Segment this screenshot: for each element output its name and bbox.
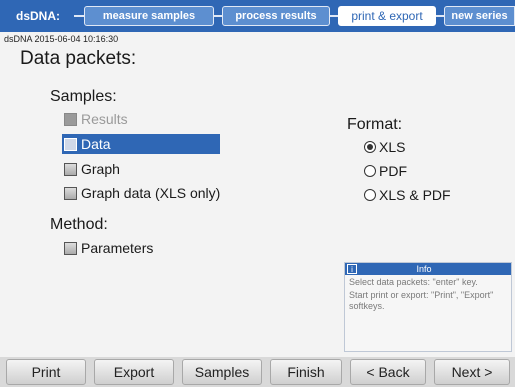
method-label: Method: [50,216,108,233]
radio-xls-pdf[interactable]: XLS & PDF [364,185,451,205]
format-label: Format: [347,116,403,133]
checkbox-results: Results [64,109,128,129]
info-text-start: Start print or export: "Print", "Export"… [349,290,494,311]
info-text-select: Select data packets: "enter" key. [349,277,478,287]
radio-icon [364,141,376,153]
tab-process-results[interactable]: process results [222,6,330,26]
next-softkey[interactable]: Next > [434,359,510,385]
finish-softkey[interactable]: Finish [270,359,342,385]
workflow-tabbar: dsDNA: measure samples process results p… [0,0,515,32]
radio-xls[interactable]: XLS [364,137,405,157]
checkbox-label: Graph [81,161,120,177]
tab-new-series[interactable]: new series [444,6,515,26]
tab-connector [214,15,222,17]
info-header: i Info [345,263,511,275]
export-softkey[interactable]: Export [94,359,174,385]
info-icon: i [347,264,357,274]
info-title: Info [416,264,432,274]
checkbox-label: Results [81,111,128,127]
radio-label: PDF [379,163,407,179]
tab-connector [436,15,444,17]
samples-softkey[interactable]: Samples [182,359,262,385]
checkbox-icon [64,186,77,200]
tab-print-export[interactable]: print & export [338,6,436,26]
checkbox-label: Graph data (XLS only) [81,185,221,201]
checkbox-icon [64,112,77,126]
checkbox-graph-data[interactable]: Graph data (XLS only) [64,183,220,203]
radio-label: XLS [379,139,406,155]
tab-connector [330,15,338,17]
print-softkey[interactable]: Print [6,359,86,385]
checkbox-icon [64,137,77,151]
info-box: i Info Select data packets: "enter" key.… [344,262,512,352]
radio-pdf[interactable]: PDF [364,161,407,181]
checkbox-label: Parameters [81,240,154,256]
samples-label: Samples: [50,88,117,105]
radio-icon [364,165,376,177]
checkbox-graph[interactable]: Graph [64,159,120,179]
back-softkey[interactable]: < Back [350,359,426,385]
checkbox-data[interactable]: Data [62,134,220,154]
app-title: dsDNA: [16,9,60,23]
softkey-bar: Print Export Samples Finish < Back Next … [0,357,515,387]
checkbox-parameters[interactable]: Parameters [64,238,153,258]
checkbox-label: Data [81,136,111,152]
checkbox-icon [64,162,77,176]
tab-connector [74,15,84,17]
checkbox-icon [64,241,77,255]
page-title: Data packets: [20,48,137,69]
radio-icon [364,189,376,201]
timestamp: dsDNA 2015-06-04 10:16:30 [4,34,119,44]
radio-label: XLS & PDF [379,187,451,203]
tab-measure-samples[interactable]: measure samples [84,6,214,26]
